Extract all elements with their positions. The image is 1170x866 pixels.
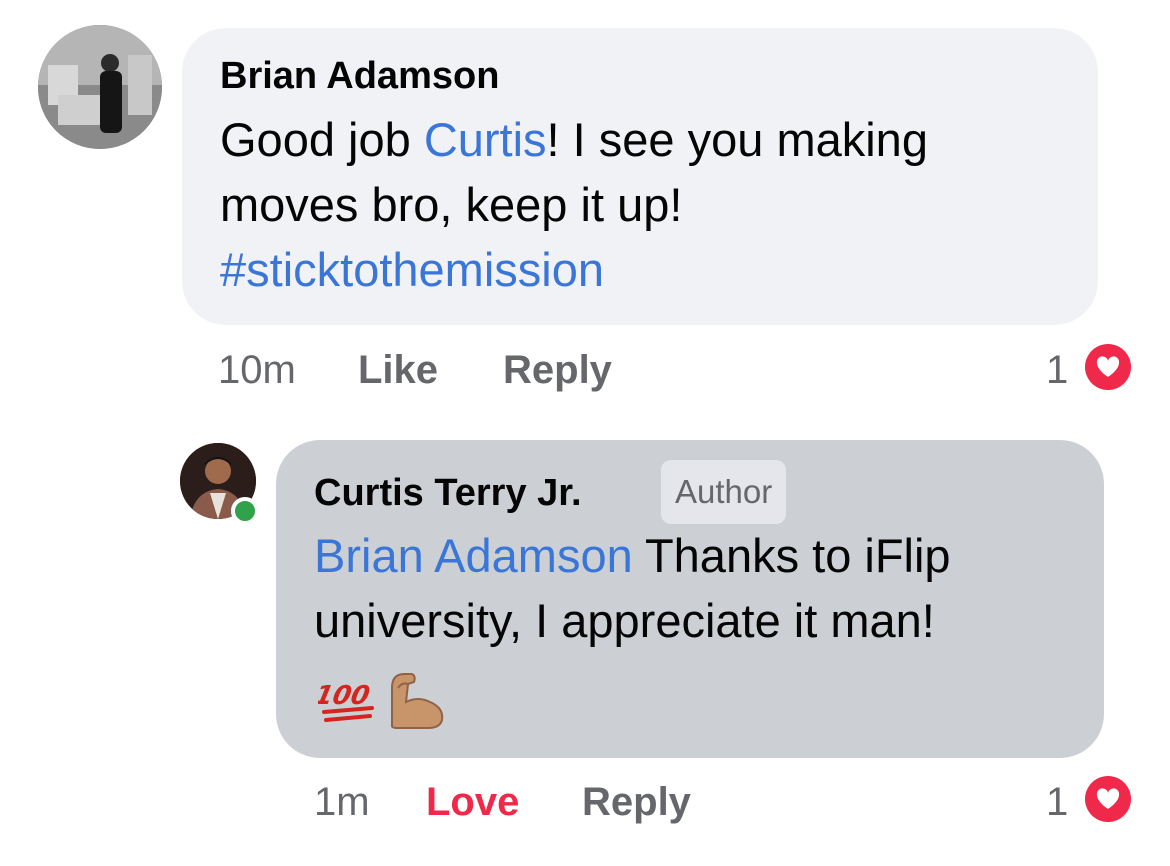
reaction-count[interactable]: 1 xyxy=(1046,348,1068,393)
comment-author-name[interactable]: Brian Adamson xyxy=(220,55,499,98)
comment-timestamp: 10m xyxy=(218,348,296,392)
comment-timestamp: 1m xyxy=(314,780,370,824)
mention-link-brian[interactable]: Brian Adamson xyxy=(314,529,633,582)
comment-text-line2: university, I appreciate it man! xyxy=(314,594,935,647)
mention-link-curtis[interactable]: Curtis xyxy=(424,113,547,166)
comment-text-pre: Good job xyxy=(220,113,424,166)
author-badge: Author xyxy=(661,460,787,524)
reply-button[interactable]: Reply xyxy=(582,780,691,825)
heart-icon[interactable] xyxy=(1085,776,1131,822)
comment-text-post: Thanks to iFlip xyxy=(632,529,951,582)
heart-icon[interactable] xyxy=(1085,344,1131,390)
hundred-points-emoji: 100 xyxy=(312,668,378,728)
reaction-count[interactable]: 1 xyxy=(1046,780,1068,825)
like-button[interactable]: Like xyxy=(358,348,438,393)
comment-text-post: ! I see you making xyxy=(546,113,928,166)
love-button[interactable]: Love xyxy=(426,780,519,825)
comment-text: Good job Curtis! I see you making xyxy=(220,107,928,172)
online-status-dot xyxy=(231,497,259,525)
hashtag-link[interactable]: #sticktothemission xyxy=(220,237,604,302)
comment-text: Brian Adamson Thanks to iFlip xyxy=(314,523,951,588)
comment-author-name[interactable]: Curtis Terry Jr. xyxy=(314,472,582,515)
avatar-brian[interactable] xyxy=(38,25,162,149)
comment-text-line2: moves bro, keep it up! xyxy=(220,178,683,231)
reply-button[interactable]: Reply xyxy=(503,348,612,393)
flexed-biceps-emoji xyxy=(384,668,448,730)
svg-text:100: 100 xyxy=(318,681,372,711)
